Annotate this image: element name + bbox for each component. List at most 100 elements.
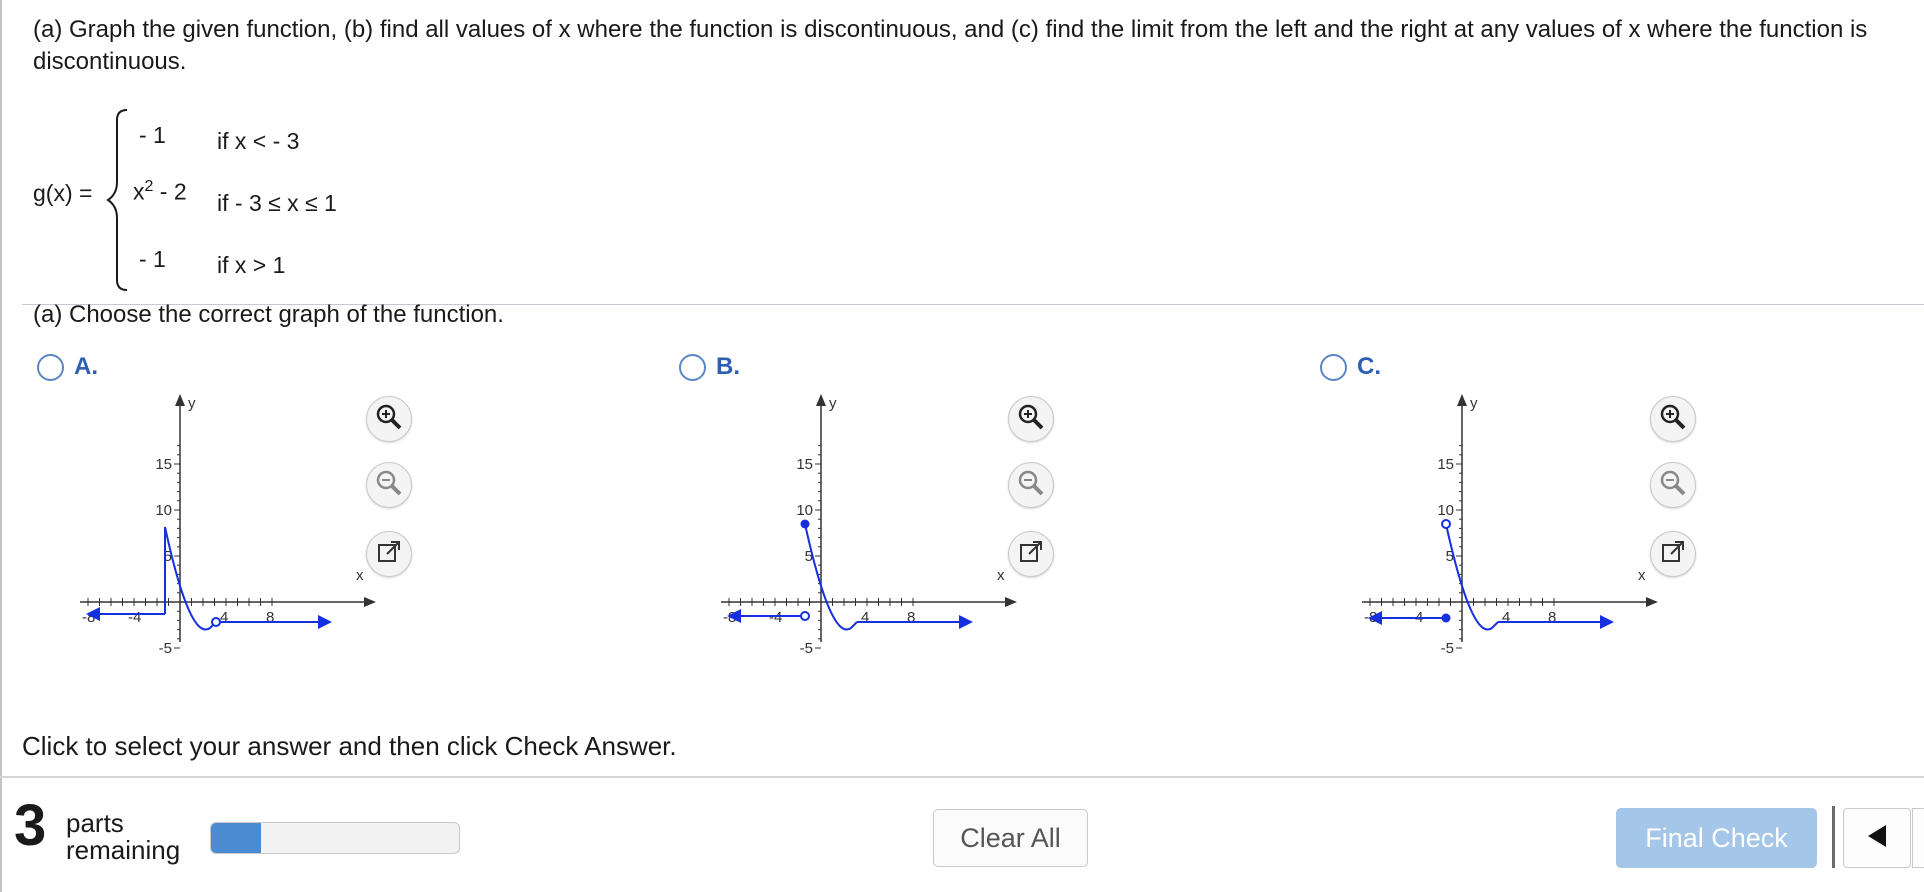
x-axis-arrow — [364, 597, 376, 607]
option-a-zoom-in-button[interactable] — [366, 396, 412, 442]
option-b-label: B. — [716, 353, 740, 380]
y-tick-label: -5 — [800, 640, 813, 657]
option-c-label: C. — [1357, 353, 1381, 380]
piecewise-function: g(x) = - 1 if x < - 3 x2 - 2 if - 3 ≤ x … — [33, 108, 433, 293]
instruction-text: Click to select your answer and then cli… — [22, 731, 677, 761]
triangle-left-icon — [1866, 823, 1888, 854]
parts-remaining-count: 3 — [14, 793, 47, 858]
y-axis-arrow — [175, 394, 185, 406]
y-tick-label: -5 — [1441, 640, 1454, 657]
option-b-popout-button[interactable] — [1008, 531, 1054, 577]
graph-b-curve — [727, 519, 973, 631]
option-b-zoom-in-button[interactable] — [1008, 396, 1054, 442]
piece-2-condition: if - 3 ≤ x ≤ 1 — [217, 190, 337, 216]
x-tick-label: 4 — [220, 609, 228, 626]
option-c-radio[interactable] — [1320, 353, 1347, 381]
y-tick-label: 15 — [1437, 456, 1454, 473]
question-text: (a) Graph the given function, (b) find a… — [33, 16, 1868, 75]
y-axis-label: y — [1470, 395, 1478, 412]
next-button-partial[interactable] — [1912, 808, 1924, 868]
x-tick-label: -4 — [128, 609, 141, 626]
parabola-segment — [1445, 523, 1499, 631]
function-name: g(x) = — [33, 180, 93, 206]
part-a-prompt: (a) Choose the correct graph of the func… — [33, 301, 504, 328]
footer-separator — [1832, 806, 1835, 868]
piece-3-value: - 1 — [139, 246, 166, 272]
option-a-radio[interactable] — [37, 353, 64, 381]
zoom-out-icon — [374, 468, 404, 503]
x-tick-label: 4 — [1502, 609, 1510, 626]
y-axis-arrow — [1457, 394, 1467, 406]
piece-3-condition: if x > 1 — [217, 252, 286, 278]
option-c-zoom-in-button[interactable] — [1650, 396, 1696, 442]
y-tick-label: 10 — [796, 502, 813, 519]
x-tick-label: 4 — [861, 609, 869, 626]
popout-icon — [1018, 539, 1044, 570]
back-button[interactable] — [1843, 808, 1911, 868]
option-a[interactable]: A. — [37, 352, 98, 382]
right-arrowhead — [318, 615, 332, 629]
graph-a[interactable]: -8 -4 4 815105-5xy — [80, 392, 380, 682]
option-c[interactable]: C. — [1320, 352, 1381, 382]
y-axis-arrow — [816, 394, 826, 406]
final-check-button[interactable]: Final Check — [1616, 808, 1817, 868]
option-a-zoom-out-button[interactable] — [366, 462, 412, 508]
option-b[interactable]: B. — [679, 352, 740, 382]
x-tick-label: 8 — [907, 609, 915, 626]
zoom-in-icon — [374, 402, 404, 437]
y-tick-label: 15 — [796, 456, 813, 473]
option-a-label: A. — [74, 353, 98, 380]
right-arrowhead — [1600, 615, 1614, 629]
parabola-segment — [164, 526, 217, 631]
closed-point — [800, 519, 810, 529]
graph-a-curve — [86, 526, 332, 631]
y-tick-label: 10 — [155, 502, 172, 519]
graph-b[interactable]: -8 -4 4 815105-5xy — [721, 392, 1021, 682]
parabola-segment — [804, 523, 858, 631]
x-axis-arrow — [1646, 597, 1658, 607]
y-tick-label: 15 — [155, 456, 172, 473]
parts-remaining-label: parts remaining — [66, 810, 180, 864]
option-c-zoom-out-button[interactable] — [1650, 462, 1696, 508]
option-b-zoom-out-button[interactable] — [1008, 462, 1054, 508]
zoom-out-icon — [1658, 468, 1688, 503]
right-arrowhead — [959, 615, 973, 629]
y-axis-label: y — [188, 395, 196, 412]
zoom-in-icon — [1658, 402, 1688, 437]
progress-fill — [211, 823, 261, 853]
zoom-out-icon — [1016, 468, 1046, 503]
option-a-popout-button[interactable] — [366, 531, 412, 577]
parts-label-line-2: remaining — [66, 835, 181, 865]
open-point — [1441, 519, 1451, 529]
parts-label-line-1: parts — [66, 808, 124, 838]
x-axis-label: x — [1638, 567, 1646, 584]
progress-bar — [210, 822, 460, 854]
y-axis-label: y — [829, 395, 837, 412]
graph-c-curve — [1368, 519, 1614, 631]
zoom-in-icon — [1016, 402, 1046, 437]
y-tick-label: 10 — [1437, 502, 1454, 519]
option-b-radio[interactable] — [679, 353, 706, 381]
x-tick-label: 8 — [1548, 609, 1556, 626]
clear-all-button[interactable]: Clear All — [933, 809, 1088, 867]
piece-1-condition: if x < - 3 — [217, 128, 300, 154]
x-axis-label: x — [356, 567, 364, 584]
x-tick-label: -4 — [769, 609, 782, 626]
x-axis-arrow — [1005, 597, 1017, 607]
piece-2-rest: - 2 — [153, 178, 187, 205]
graph-c[interactable]: -8-44815105-5xy — [1362, 392, 1662, 682]
piece-1-value: - 1 — [139, 122, 166, 148]
left-brace — [106, 109, 128, 291]
graph-a-axes: -8 -4 4 815105-5xy — [80, 394, 376, 657]
x-tick-label: 8 — [266, 609, 274, 626]
piece-2-base: x — [133, 178, 145, 205]
y-tick-label: -5 — [159, 640, 172, 657]
popout-icon — [1660, 539, 1686, 570]
left-edge — [0, 0, 2, 892]
footer-divider — [0, 776, 1924, 778]
x-axis-label: x — [997, 567, 1005, 584]
closed-point — [1441, 613, 1451, 623]
open-point — [211, 617, 221, 627]
option-c-popout-button[interactable] — [1650, 531, 1696, 577]
piece-2-value: x2 - 2 — [133, 178, 187, 206]
